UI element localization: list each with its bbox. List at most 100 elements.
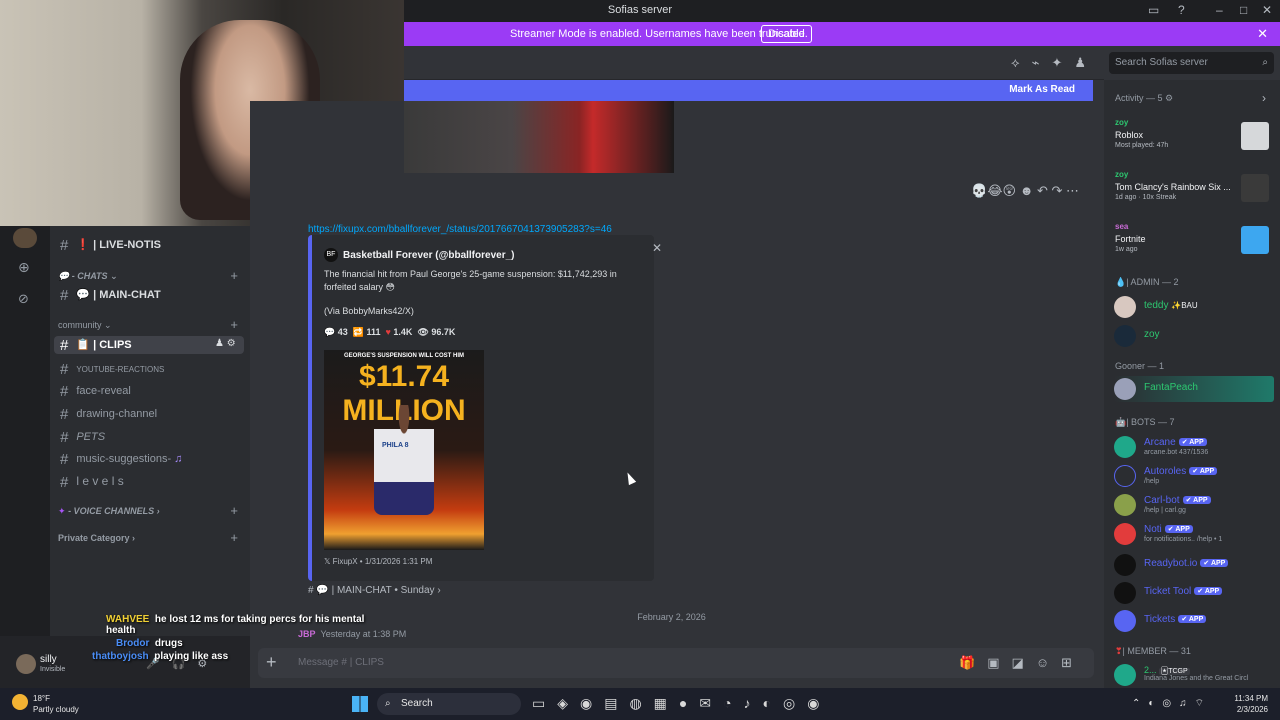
server-icon[interactable] (13, 228, 37, 248)
channel-label: l e v e l s (76, 474, 124, 488)
member-tag: ✨BAU (1171, 301, 1198, 310)
message-link[interactable]: https://fixupx.com/bballforever_/status/… (308, 224, 612, 235)
bot-row[interactable]: Autoroles ✔ APP/help (1114, 463, 1274, 493)
category-community[interactable]: community ⌄ (58, 320, 112, 331)
channel-live-notis[interactable]: # ❗ | LIVE-NOTIS (60, 237, 161, 254)
bot-row[interactable]: Noti ✔ APP for notifications.. /help • 1 (1114, 521, 1274, 551)
search-input[interactable]: Search Sofias server ⌕ (1109, 52, 1274, 74)
chat-line: WAHVEE he lost 12 ms for taking percs fo… (106, 614, 372, 636)
hash-icon: # (60, 337, 69, 354)
category-chats[interactable]: 💬 - CHATS ⌄ (58, 271, 118, 282)
bot-row[interactable]: Tickets ✔ APP (1114, 608, 1274, 638)
user-name: silly (40, 654, 57, 665)
mark-as-read-button[interactable]: Mark As Read (1009, 84, 1075, 95)
thread-link[interactable]: # 💬 | MAIN-CHAT • Sunday › (308, 585, 441, 596)
category-voice[interactable]: ✦ - VOICE CHANNELS › (58, 506, 160, 517)
composer-tools[interactable]: 🎁▣◪☺⊞ (959, 655, 1084, 671)
chat-user: Brodor (116, 638, 150, 649)
member-row[interactable]: teddy ✨BAU (1114, 294, 1274, 324)
discover-icon[interactable]: ⊘ (18, 291, 29, 307)
taskbar-apps[interactable]: ▭◈◉▤◍▦●✉◔♪◐◎◉ (532, 695, 831, 712)
close-embed-icon[interactable]: ✕ (652, 241, 662, 255)
weather-widget[interactable]: 18°F Partly cloudy (12, 693, 79, 715)
app-badge: ✔ APP (1178, 615, 1207, 623)
bot-row[interactable]: Carl-bot ✔ APP/help | carl.gg (1114, 492, 1274, 522)
media-attachment[interactable] (404, 101, 674, 173)
taskbar-clock[interactable]: 11:34 PM 2/3/2026 (1234, 693, 1268, 715)
message-actions[interactable]: 💀😂😲 ☻ ↶ ↷ ⋯ (971, 183, 1079, 199)
member-activity: Indiana Jones and the Great Circl (1144, 675, 1249, 682)
channel-clips[interactable]: # 📋 | CLIPS (60, 337, 132, 354)
embed-stats: 💬 43 🔁 111 ♥ 1.4K 👁 96.7K (324, 327, 455, 338)
message-composer[interactable]: + Message # | CLIPS 🎁▣◪☺⊞ (258, 648, 1094, 678)
views-count: 96.7K (431, 327, 456, 337)
app-badge: ✔ APP (1178, 438, 1207, 446)
activity-header[interactable]: Activity — 5 ⚙ (1115, 93, 1173, 104)
bot-status: /help (1144, 478, 1160, 485)
channel-pets[interactable]: # PETS (60, 429, 105, 446)
bot-row[interactable]: Ticket Tool ✔ APP (1114, 580, 1274, 610)
hash-icon: # (60, 361, 69, 378)
taskbar-search[interactable]: ⌕ Search (377, 693, 521, 715)
minimize-button[interactable]: – (1216, 3, 1223, 17)
chevron-right-icon[interactable]: › (1262, 91, 1266, 105)
reply-icon: 💬 (324, 327, 336, 337)
streamer-mode-banner: Streamer Mode is enabled. Usernames have… (404, 22, 1280, 46)
bot-status: /help | carl.gg (1144, 507, 1186, 514)
channel-drawing[interactable]: # drawing-channel (60, 406, 157, 423)
bot-name: Autoroles ✔ APP (1144, 466, 1218, 477)
embed-image[interactable]: GEORGE'S SUSPENSION WILL COST HIM $11.74… (324, 350, 484, 550)
user-avatar[interactable] (16, 654, 36, 674)
disable-streamer-button[interactable]: Disable (761, 25, 812, 43)
channel-music-suggestions[interactable]: # music-suggestions- ♫ (60, 451, 182, 468)
maximize-button[interactable]: □ (1240, 3, 1247, 17)
add-channel-icon[interactable]: + (230, 268, 238, 283)
add-channel-icon[interactable]: + (230, 503, 238, 518)
hash-icon: # (60, 451, 69, 468)
activity-card[interactable]: zoy Tom Clancy's Rainbow Six ... 1d ago … (1115, 170, 1275, 214)
system-tray[interactable]: ⌃◐◎♫⌔ (1132, 697, 1212, 710)
bot-avatar (1114, 610, 1136, 632)
game-thumbnail (1241, 226, 1269, 254)
help-icon[interactable]: ? (1178, 3, 1185, 17)
member-row[interactable]: zoy (1114, 323, 1274, 353)
member-avatar (1114, 296, 1136, 318)
channel-youtube-reactions[interactable]: # YOUTUBE-REACTIONS (60, 361, 164, 378)
inbox-icon[interactable]: ▭ (1148, 3, 1159, 17)
embed-via: (Via BobbyMarks42/X) (324, 306, 414, 316)
add-server-icon[interactable]: ⊕ (18, 259, 30, 276)
activity-card[interactable]: zoy Roblox Most played: 47h (1115, 118, 1275, 162)
embed-author[interactable]: Basketball Forever (@bballforever_) (343, 250, 514, 261)
activity-user: zoy (1115, 170, 1129, 179)
search-icon: ⌕ (1262, 57, 1268, 68)
channel-label: music-suggestions- (76, 453, 172, 465)
add-channel-icon[interactable]: + (230, 530, 238, 545)
member-row[interactable]: FantaPeach (1114, 376, 1274, 402)
category-label: - VOICE CHANNELS (68, 506, 155, 516)
game-thumbnail (1241, 122, 1269, 150)
channel-face-reveal[interactable]: # face-reveal (60, 383, 131, 400)
app-badge: ✔ APP (1189, 467, 1218, 475)
channel-main-chat[interactable]: # 💬 | MAIN-CHAT (60, 287, 161, 304)
member-tag-text: BAU (1181, 301, 1198, 310)
channel-settings-icon[interactable]: ♟ ⚙ (215, 338, 236, 349)
channel-label: YOUTUBE-REACTIONS (76, 365, 165, 374)
bot-name-text: Carl-bot (1144, 495, 1180, 506)
chat-line: Brodor drugs (116, 638, 372, 649)
channel-levels[interactable]: # l e v e l s (60, 474, 124, 491)
close-banner-icon[interactable]: ✕ (1257, 26, 1268, 42)
bot-row[interactable]: Arcane ✔ APP arcane.bot 437/1536 (1114, 434, 1274, 464)
admin-header: 💧| ADMIN — 2 (1115, 277, 1179, 287)
app-badge: ✔ APP (1200, 559, 1229, 567)
channel-header: ⟡⌁✦♟ (404, 46, 1104, 80)
header-tools[interactable]: ⟡⌁✦♟ (1011, 55, 1098, 71)
start-button[interactable] (352, 696, 368, 712)
bot-name-text: Noti (1144, 524, 1162, 535)
add-channel-icon[interactable]: + (230, 317, 238, 332)
close-window-button[interactable]: ✕ (1262, 3, 1272, 17)
bot-row[interactable]: Readybot.io ✔ APP (1114, 552, 1274, 582)
activity-card[interactable]: sea Fortnite 1w ago (1115, 222, 1275, 266)
new-messages-bar[interactable]: Mark As Read (404, 80, 1093, 101)
date-divider: February 2, 2026 (637, 612, 706, 622)
category-private[interactable]: Private Category › (58, 533, 135, 543)
